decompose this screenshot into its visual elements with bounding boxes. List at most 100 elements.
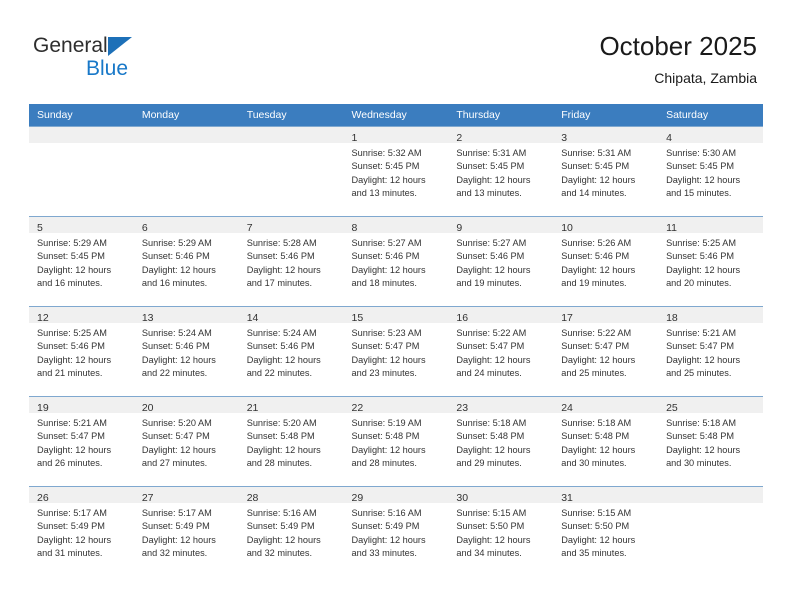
sunrise-time: Sunrise: 5:21 AM bbox=[666, 328, 737, 338]
day-number-band: 27 bbox=[133, 487, 239, 504]
calendar-day-cell[interactable]: 9 Sunrise: 5:27 AM Sunset: 5:46 PM Daylight… bbox=[448, 216, 554, 307]
day-number-band: 26 bbox=[29, 487, 134, 504]
day-cell-content bbox=[238, 127, 344, 216]
day-sun-info: Sunrise: 5:18 AM Sunset: 5:48 PM Daylight:… bbox=[553, 413, 658, 471]
calendar-day-cell[interactable]: 23 Sunrise: 5:18 AM Sunset: 5:48 PM Dayligh… bbox=[448, 396, 554, 487]
sunrise-time: Sunrise: 5:32 AM bbox=[351, 148, 422, 158]
daylight-duration-line2: and 13 minutes. bbox=[351, 188, 417, 199]
calendar-day-cell[interactable]: 28 Sunrise: 5:16 AM Sunset: 5:49 PM Dayligh… bbox=[238, 486, 344, 576]
day-sun-info: Sunrise: 5:21 AM Sunset: 5:47 PM Daylight:… bbox=[29, 413, 134, 471]
daylight-duration-line1: Daylight: 12 hours bbox=[666, 444, 741, 455]
calendar-day-cell[interactable]: 7 Sunrise: 5:28 AM Sunset: 5:46 PM Daylight… bbox=[238, 216, 344, 307]
day-sun-info: Sunrise: 5:24 AM Sunset: 5:46 PM Daylight:… bbox=[134, 323, 239, 381]
daylight-duration-line1: Daylight: 12 hours bbox=[141, 444, 216, 455]
calendar-day-cell[interactable]: 19 Sunrise: 5:21 AM Sunset: 5:47 PM Dayligh… bbox=[29, 396, 134, 487]
day-number-band bbox=[238, 127, 344, 143]
logo-text-blue: Blue bbox=[86, 57, 129, 80]
calendar-day-cell[interactable]: 31 Sunrise: 5:15 AM Sunset: 5:50 PM Dayligh… bbox=[553, 486, 659, 576]
sunset-time: Sunset: 5:46 PM bbox=[666, 251, 734, 262]
daylight-duration-line1: Daylight: 12 hours bbox=[141, 264, 216, 275]
sunset-time: Sunset: 5:50 PM bbox=[456, 521, 525, 532]
day-number: 31 bbox=[561, 492, 573, 504]
day-number-band: 18 bbox=[658, 307, 763, 324]
day-cell-content: 18 Sunrise: 5:21 AM Sunset: 5:47 PM Dayligh… bbox=[658, 307, 763, 396]
daylight-duration-line1: Daylight: 12 hours bbox=[246, 444, 321, 455]
day-number: 10 bbox=[561, 222, 573, 234]
calendar-day-cell[interactable]: 12 Sunrise: 5:25 AM Sunset: 5:46 PM Dayligh… bbox=[29, 306, 134, 397]
day-cell-content: 15 Sunrise: 5:23 AM Sunset: 5:47 PM Dayligh… bbox=[343, 307, 449, 396]
calendar-day-cell[interactable]: 10 Sunrise: 5:26 AM Sunset: 5:46 PM Dayligh… bbox=[553, 216, 659, 307]
day-sun-info: Sunrise: 5:21 AM Sunset: 5:47 PM Daylight:… bbox=[658, 323, 763, 381]
sunset-time: Sunset: 5:47 PM bbox=[456, 341, 525, 352]
day-number-band: 5 bbox=[29, 217, 134, 234]
calendar-day-cell[interactable]: 13 Sunrise: 5:24 AM Sunset: 5:46 PM Dayligh… bbox=[133, 306, 239, 397]
calendar-day-cell[interactable]: 3 Sunrise: 5:31 AM Sunset: 5:45 PM Daylight… bbox=[553, 126, 659, 217]
day-number-band: 31 bbox=[553, 487, 659, 504]
calendar-day-cell[interactable]: 11 Sunrise: 5:25 AM Sunset: 5:46 PM Dayligh… bbox=[658, 216, 763, 307]
day-number-band: 20 bbox=[133, 397, 239, 414]
calendar-day-cell[interactable]: 17 Sunrise: 5:22 AM Sunset: 5:47 PM Dayligh… bbox=[553, 306, 659, 397]
day-sun-info: Sunrise: 5:15 AM Sunset: 5:50 PM Daylight:… bbox=[448, 503, 553, 561]
daylight-duration-line2: and 26 minutes. bbox=[37, 458, 103, 469]
calendar-day-cell[interactable]: 24 Sunrise: 5:18 AM Sunset: 5:48 PM Dayligh… bbox=[553, 396, 659, 487]
logo-triangle-icon bbox=[108, 37, 132, 56]
calendar-day-cell[interactable]: 18 Sunrise: 5:21 AM Sunset: 5:47 PM Dayligh… bbox=[658, 306, 763, 397]
calendar-day-cell[interactable]: 21 Sunrise: 5:20 AM Sunset: 5:48 PM Dayligh… bbox=[238, 396, 344, 487]
calendar-week-row: 12 Sunrise: 5:25 AM Sunset: 5:46 PM Dayligh… bbox=[29, 306, 763, 397]
daylight-duration-line2: and 14 minutes. bbox=[561, 188, 627, 199]
day-sun-info: Sunrise: 5:25 AM Sunset: 5:46 PM Daylight:… bbox=[658, 233, 763, 291]
day-number-band: 2 bbox=[448, 127, 554, 144]
calendar-day-cell[interactable]: 27 Sunrise: 5:17 AM Sunset: 5:49 PM Dayligh… bbox=[133, 486, 239, 576]
sunrise-time: Sunrise: 5:25 AM bbox=[666, 238, 737, 248]
sunrise-time: Sunrise: 5:22 AM bbox=[561, 328, 632, 338]
weekday-header-monday: Monday bbox=[133, 104, 239, 127]
day-cell-content: 23 Sunrise: 5:18 AM Sunset: 5:48 PM Dayligh… bbox=[448, 397, 554, 486]
day-number: 7 bbox=[246, 222, 253, 234]
weekday-header-thursday: Thursday bbox=[448, 104, 554, 127]
calendar-day-cell[interactable]: 22 Sunrise: 5:19 AM Sunset: 5:48 PM Dayligh… bbox=[343, 396, 449, 487]
sunset-time: Sunset: 5:49 PM bbox=[246, 521, 315, 532]
calendar-day-cell[interactable]: 5 Sunrise: 5:29 AM Sunset: 5:45 PM Daylight… bbox=[29, 216, 134, 307]
day-cell-content: 12 Sunrise: 5:25 AM Sunset: 5:46 PM Dayligh… bbox=[29, 307, 134, 396]
daylight-duration-line2: and 22 minutes. bbox=[246, 368, 313, 379]
sunset-time: Sunset: 5:46 PM bbox=[561, 251, 630, 262]
sunrise-time: Sunrise: 5:27 AM bbox=[351, 238, 422, 248]
sunrise-time: Sunrise: 5:19 AM bbox=[351, 418, 422, 428]
calendar-day-cell[interactable]: 8 Sunrise: 5:27 AM Sunset: 5:46 PM Daylight… bbox=[343, 216, 449, 307]
day-cell-content: 8 Sunrise: 5:27 AM Sunset: 5:46 PM Daylight… bbox=[343, 217, 449, 306]
daylight-duration-line2: and 16 minutes. bbox=[141, 278, 208, 289]
calendar-day-cell[interactable]: 26 Sunrise: 5:17 AM Sunset: 5:49 PM Dayligh… bbox=[29, 486, 134, 576]
daylight-duration-line2: and 27 minutes. bbox=[141, 458, 208, 469]
calendar-day-cell[interactable]: 29 Sunrise: 5:16 AM Sunset: 5:49 PM Dayligh… bbox=[343, 486, 449, 576]
calendar-day-cell[interactable]: 16 Sunrise: 5:22 AM Sunset: 5:47 PM Dayligh… bbox=[448, 306, 554, 397]
day-number: 19 bbox=[37, 402, 49, 414]
day-number: 9 bbox=[456, 222, 463, 234]
calendar-day-cell[interactable]: 6 Sunrise: 5:29 AM Sunset: 5:46 PM Daylight… bbox=[133, 216, 239, 307]
day-sun-info bbox=[29, 143, 134, 147]
day-number: 23 bbox=[456, 402, 469, 414]
sunset-time: Sunset: 5:49 PM bbox=[141, 521, 210, 532]
calendar-day-cell bbox=[658, 486, 763, 576]
calendar-day-cell[interactable]: 30 Sunrise: 5:15 AM Sunset: 5:50 PM Dayligh… bbox=[448, 486, 554, 576]
day-number-band: 28 bbox=[238, 487, 344, 504]
calendar-day-cell[interactable]: 2 Sunrise: 5:31 AM Sunset: 5:45 PM Daylight… bbox=[448, 126, 554, 217]
calendar-day-cell[interactable]: 15 Sunrise: 5:23 AM Sunset: 5:47 PM Dayligh… bbox=[343, 306, 449, 397]
daylight-duration-line1: Daylight: 12 hours bbox=[456, 534, 531, 545]
calendar-day-cell[interactable]: 25 Sunrise: 5:18 AM Sunset: 5:48 PM Dayligh… bbox=[658, 396, 763, 487]
day-sun-info: Sunrise: 5:23 AM Sunset: 5:47 PM Daylight:… bbox=[344, 323, 449, 381]
title-block: October 2025 Chipata, Zambia bbox=[599, 30, 757, 88]
day-number: 15 bbox=[351, 312, 364, 324]
day-cell-content: 3 Sunrise: 5:31 AM Sunset: 5:45 PM Daylight… bbox=[553, 127, 659, 216]
calendar-day-cell[interactable]: 1 Sunrise: 5:32 AM Sunset: 5:45 PM Daylight… bbox=[343, 126, 449, 217]
day-sun-info: Sunrise: 5:22 AM Sunset: 5:47 PM Daylight:… bbox=[448, 323, 553, 381]
weekday-header-sunday: Sunday bbox=[29, 104, 134, 127]
daylight-duration-line1: Daylight: 12 hours bbox=[456, 354, 531, 365]
day-number-band: 25 bbox=[658, 397, 763, 414]
calendar-day-cell[interactable]: 14 Sunrise: 5:24 AM Sunset: 5:46 PM Dayligh… bbox=[238, 306, 344, 397]
calendar-day-cell[interactable]: 20 Sunrise: 5:20 AM Sunset: 5:47 PM Dayligh… bbox=[133, 396, 239, 487]
day-sun-info: Sunrise: 5:28 AM Sunset: 5:46 PM Daylight:… bbox=[239, 233, 344, 291]
day-number: 3 bbox=[561, 132, 568, 144]
day-number-band: 8 bbox=[343, 217, 449, 234]
sunrise-time: Sunrise: 5:16 AM bbox=[246, 508, 317, 518]
calendar-day-cell[interactable]: 4 Sunrise: 5:30 AM Sunset: 5:45 PM Daylight… bbox=[658, 126, 763, 217]
